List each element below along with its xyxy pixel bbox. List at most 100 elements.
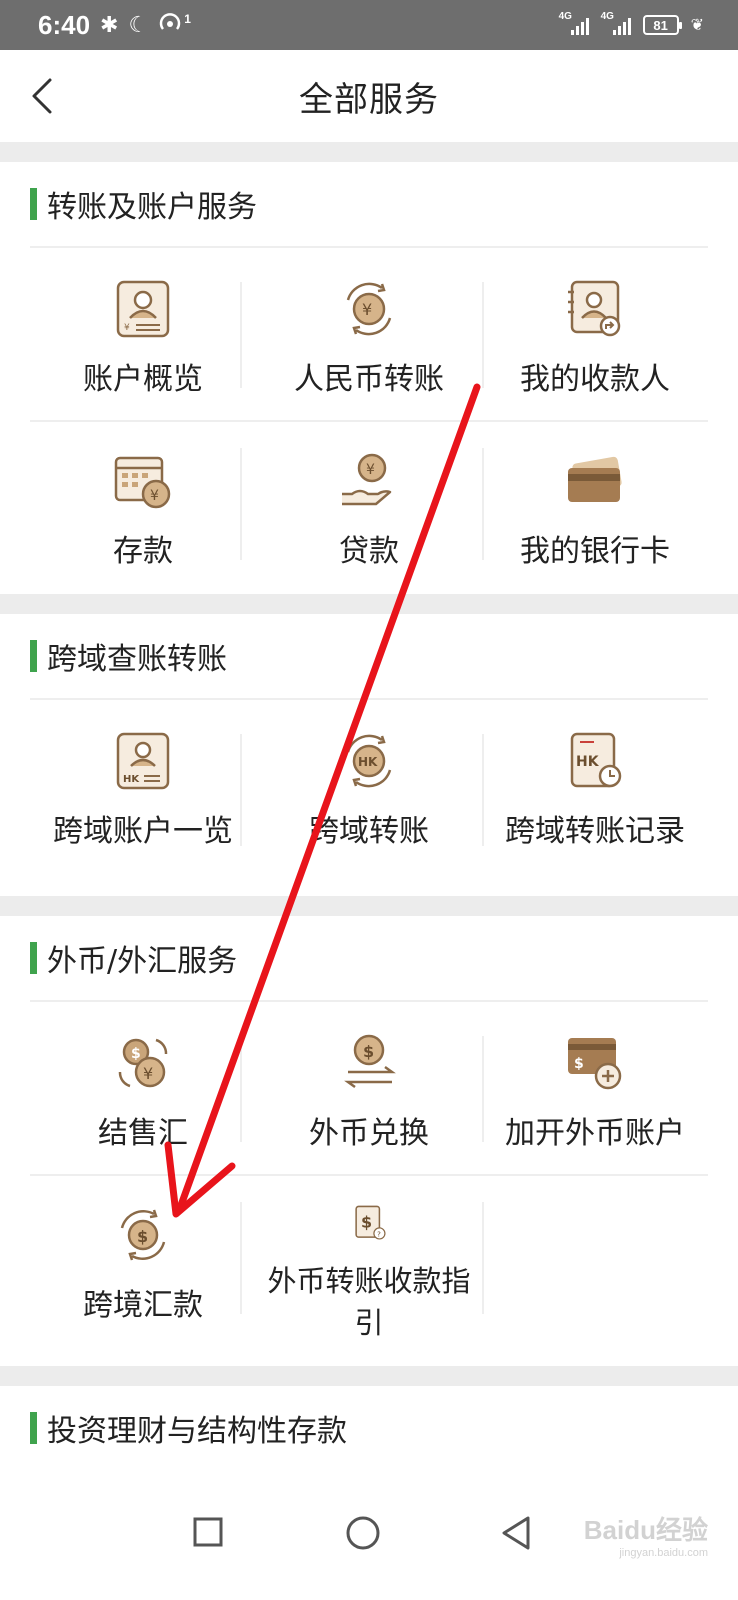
- svg-text:¥: ¥: [124, 323, 130, 333]
- service-item-label: 存款: [113, 534, 173, 569]
- svg-text:$: $: [361, 1212, 372, 1231]
- status-right: 4G 4G 81 ❦: [559, 11, 704, 35]
- svg-text:$: $: [131, 1046, 141, 1062]
- payee-icon: [568, 280, 621, 337]
- section-header: 转账及账户服务: [30, 162, 708, 248]
- service-item-rmb-transfer[interactable]: ¥ 人民币转账: [256, 248, 482, 418]
- svg-text:$: $: [137, 1227, 148, 1246]
- svg-text:¥: ¥: [366, 462, 375, 478]
- back-triangle-icon[interactable]: [492, 1508, 542, 1558]
- account-overview-icon: ¥: [116, 280, 170, 338]
- service-item-label: 跨域账户一览: [53, 814, 233, 849]
- back-button[interactable]: [22, 72, 70, 120]
- nav-bar: 全部服务: [0, 50, 738, 142]
- signal-1-label: 4G: [558, 11, 572, 22]
- battery-level: 81: [653, 17, 668, 33]
- recent-apps-square-icon[interactable]: [184, 1508, 234, 1558]
- svg-text:$: $: [574, 1056, 584, 1072]
- hotspot-icon: [158, 10, 184, 40]
- section-accent-bar: [30, 1412, 37, 1444]
- baidu-watermark-logo: Baidu经验 jingyan.baidu.com: [584, 1510, 708, 1559]
- rmb-transfer-icon: ¥: [346, 282, 392, 336]
- status-time: 6:40: [38, 9, 91, 40]
- section-accent-bar: [30, 188, 37, 220]
- service-item-add-fx-account[interactable]: $ 加开外币账户: [482, 1002, 708, 1172]
- service-item-label: 外币转账收款指引: [267, 1264, 471, 1340]
- grid-divider: [482, 1202, 484, 1314]
- section-accent-bar: [30, 640, 37, 672]
- service-item-label: 人民币转账: [294, 362, 444, 397]
- service-item-label: 账户概览: [83, 362, 203, 397]
- section-investment: 投资理财与结构性存款: [0, 1386, 738, 1472]
- service-item-bank-card[interactable]: 我的银行卡: [482, 420, 708, 590]
- svg-text:HK: HK: [358, 755, 378, 769]
- service-item-label: 跨域转账记录: [505, 814, 685, 849]
- section-title: 跨域查账转账: [47, 642, 227, 677]
- svg-text:¥: ¥: [150, 488, 159, 504]
- service-item-currency-exchange[interactable]: $ 外币兑换: [256, 1002, 482, 1172]
- section-gap: [0, 142, 738, 162]
- signal-2-icon: 4G: [601, 11, 631, 35]
- cross-border-remit-icon: $: [120, 1209, 166, 1261]
- bluetooth-icon: ✱: [100, 12, 119, 37]
- service-item-hk-transfer[interactable]: HK 跨域转账: [256, 700, 482, 870]
- svg-text:$: $: [363, 1042, 374, 1061]
- svg-text:¥: ¥: [362, 300, 372, 319]
- fx-guide-icon: $ ?: [355, 1205, 386, 1240]
- signal-1-icon: 4G: [559, 11, 589, 35]
- service-item-label: 结售汇: [98, 1116, 188, 1151]
- service-item-label: 外币兑换: [309, 1116, 429, 1151]
- section-title: 外币/外汇服务: [47, 944, 238, 979]
- service-grid: $ ¥ 结售汇 $ 外币兑换 $ 加开外币账户 $ 跨境汇款 $ ? 外币转账收…: [30, 1002, 708, 1352]
- section-fx-services: 外币/外汇服务 $ ¥ 结售汇 $ 外币兑换 $ 加开外币账户 $ 跨境汇款 $…: [0, 916, 738, 1366]
- service-grid: ¥ 账户概览 ¥ 人民币转账 我的收款人 ¥ 存款 ¥ 贷款 我的银行卡: [30, 248, 708, 588]
- service-item-cross-border-remittance[interactable]: $ 跨境汇款: [30, 1174, 256, 1344]
- service-item-label: 我的银行卡: [520, 534, 670, 569]
- service-grid: HK 跨域账户一览 HK 跨域转账 HK 跨域转账记录: [30, 700, 708, 880]
- svg-text:?: ?: [377, 1229, 381, 1238]
- service-item-my-payee[interactable]: 我的收款人: [482, 248, 708, 418]
- section-gap: [0, 1366, 738, 1386]
- currency-exchange-icon: $: [344, 1034, 396, 1089]
- do-not-disturb-moon-icon: ☾: [128, 12, 149, 37]
- loan-icon: ¥: [342, 453, 392, 506]
- service-item-label: 加开外币账户: [505, 1116, 685, 1151]
- battery-icon: 81: [642, 15, 682, 35]
- svg-text:HK: HK: [576, 754, 600, 770]
- home-circle-icon[interactable]: [338, 1508, 388, 1558]
- section-gap: [0, 896, 738, 916]
- service-item-fx-settlement[interactable]: $ ¥ 结售汇: [30, 1002, 256, 1172]
- signal-2-label: 4G: [600, 11, 614, 22]
- section-gap: [0, 594, 738, 614]
- deposit-icon: ¥: [114, 456, 171, 509]
- watermark-text: Baidu经验: [583, 1515, 708, 1545]
- hotspot-count: 1: [184, 12, 191, 26]
- service-item-label: 贷款: [339, 534, 399, 569]
- hk-account-icon: HK: [116, 732, 170, 790]
- page-title: 全部服务: [299, 79, 439, 120]
- back-chevron-icon: [32, 78, 52, 114]
- section-header: 外币/外汇服务: [30, 916, 708, 1002]
- power-saving-leaf-icon: ❦: [690, 17, 704, 34]
- watermark-subtext: jingyan.baidu.com: [619, 1547, 708, 1559]
- section-title: 投资理财与结构性存款: [47, 1414, 347, 1449]
- service-item-label: 跨域转账: [309, 814, 429, 849]
- svg-text:HK: HK: [123, 774, 140, 785]
- service-item-hk-account-overview[interactable]: HK 跨域账户一览: [30, 700, 256, 870]
- service-item-hk-transfer-record[interactable]: HK 跨域转账记录: [482, 700, 708, 870]
- service-item-account-overview[interactable]: ¥ 账户概览: [30, 248, 256, 418]
- section-header: 投资理财与结构性存款: [30, 1386, 708, 1472]
- service-item-deposit[interactable]: ¥ 存款: [30, 420, 256, 590]
- hk-record-icon: HK: [570, 732, 622, 788]
- service-item-label: 跨境汇款: [83, 1288, 203, 1323]
- service-item-loan[interactable]: ¥ 贷款: [256, 420, 482, 590]
- section-cross-region: 跨域查账转账 HK 跨域账户一览 HK 跨域转账 HK 跨域转账记录: [0, 614, 738, 896]
- status-left: 6:40 ✱ ☾ 1: [38, 10, 191, 41]
- service-item-label: 我的收款人: [520, 362, 670, 397]
- section-transfer-account: 转账及账户服务 ¥ 账户概览 ¥ 人民币转账 我的收款人 ¥ 存款 ¥ 贷款 我…: [0, 162, 738, 594]
- fx-settlement-icon: $ ¥: [118, 1038, 168, 1088]
- bank-card-icon: [568, 456, 622, 502]
- section-title: 转账及账户服务: [47, 190, 257, 225]
- service-item-fx-transfer-guide[interactable]: $ ? 外币转账收款指引: [256, 1174, 482, 1344]
- add-fx-account-icon: $: [568, 1038, 622, 1090]
